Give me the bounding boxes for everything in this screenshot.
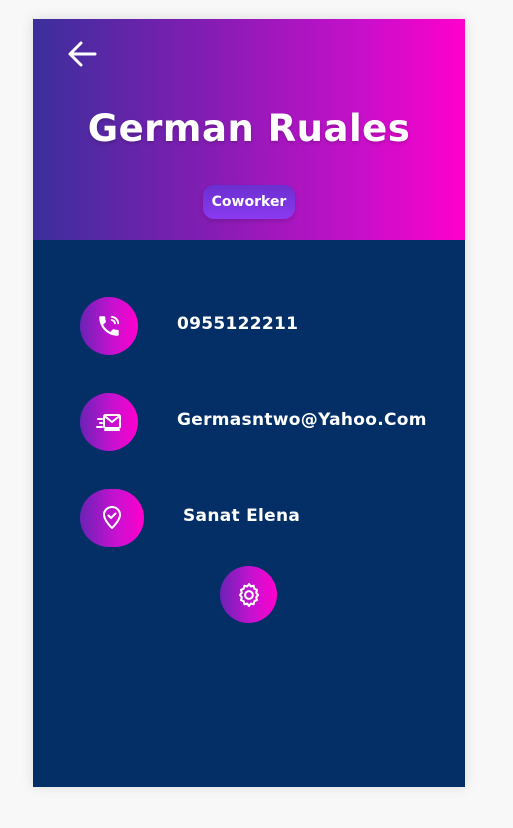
back-button[interactable]	[65, 39, 99, 69]
phone-icon	[99, 315, 120, 336]
phone-number[interactable]: 0955122211	[177, 314, 298, 334]
mail-icon	[96, 414, 121, 431]
relationship-tag[interactable]: Coworker	[203, 185, 295, 219]
location-check-icon	[103, 506, 121, 529]
gear-icon	[238, 582, 259, 607]
location-button[interactable]	[80, 489, 144, 547]
location-name[interactable]: Sanat Elena	[183, 506, 300, 526]
profile-header: German Ruales Coworker	[33, 19, 465, 240]
settings-button[interactable]	[220, 566, 277, 623]
contact-detail-screen: German Ruales Coworker 0955122211 Germas…	[33, 19, 465, 787]
email-button[interactable]	[80, 393, 138, 451]
arrow-left-icon	[68, 41, 97, 67]
contact-name: German Ruales	[87, 107, 411, 150]
email-address[interactable]: Germasntwo@Yahoo.Com	[177, 410, 427, 430]
phone-button[interactable]	[80, 297, 138, 355]
